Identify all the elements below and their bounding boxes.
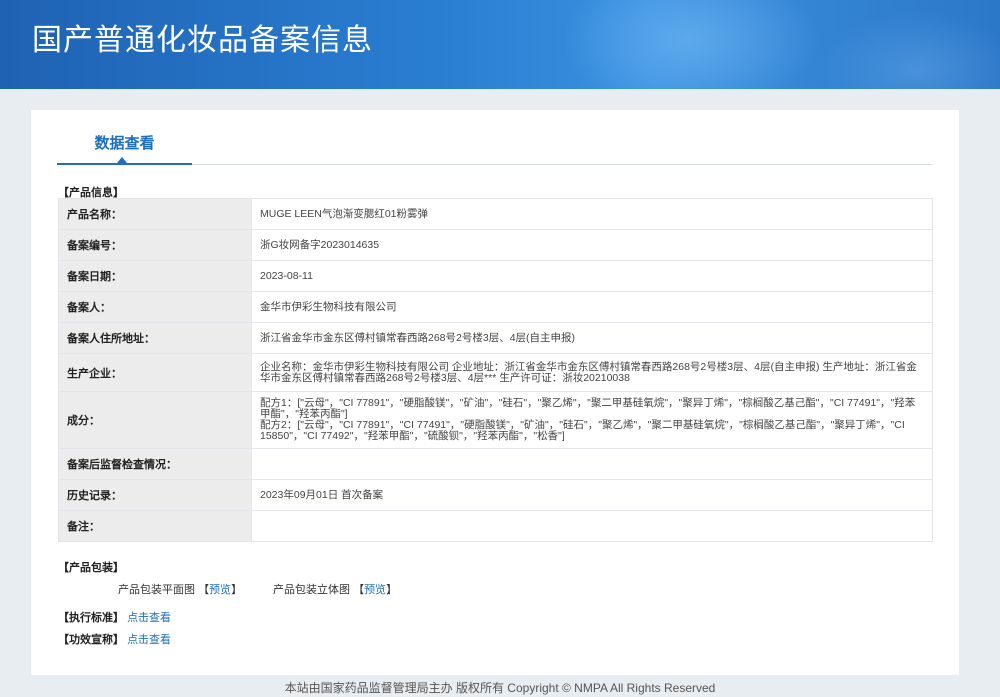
- row-label: 备案人：: [58, 291, 252, 323]
- product-name-value: MUGE LEEN气泡渐变腮红01粉雾弹: [251, 198, 933, 230]
- formula-1: 配方1：["云母"，"CI 77891"，"硬脂酸镁"，"矿油"，"硅石"，"聚…: [260, 397, 916, 420]
- table-row: 生产企业： 企业名称：金华市伊彩生物科技有限公司 企业地址：浙江省金华市金东区傅…: [58, 353, 933, 392]
- registrant-value: 金华市伊彩生物科技有限公司: [251, 291, 933, 323]
- tab-caret-icon: [117, 157, 127, 163]
- row-label: 备注：: [58, 510, 252, 542]
- table-row: 备案编号： 浙G妆网备字2023014635: [58, 229, 933, 261]
- row-label: 备案后监督检查情况：: [58, 448, 252, 480]
- efficacy-label: 【功效宣称】: [58, 634, 124, 646]
- standard-label: 【执行标准】: [58, 612, 124, 624]
- banner-decoration: [560, 0, 820, 89]
- row-label: 历史记录：: [58, 479, 252, 511]
- stereo-preview-link[interactable]: 预览: [364, 584, 386, 596]
- history-value: 2023年09月01日 首次备案: [251, 479, 933, 511]
- bracket: 】: [386, 584, 398, 596]
- product-info-table: 产品名称： MUGE LEEN气泡渐变腮红01粉雾弹 备案编号： 浙G妆网备字2…: [58, 198, 933, 542]
- content-card: 数据查看 【产品信息】 产品名称： MUGE LEEN气泡渐变腮红01粉雾弹 备…: [31, 110, 959, 675]
- banner-decoration: [820, 10, 1000, 89]
- efficacy-row: 【功效宣称】 点击查看: [58, 631, 171, 647]
- tab-data-view[interactable]: 数据查看: [57, 110, 192, 165]
- remarks-value: [251, 510, 933, 542]
- header-banner: 国产普通化妆品备案信息: [0, 0, 1000, 89]
- table-row: 备注：: [58, 510, 933, 542]
- table-row: 备案日期： 2023-08-11: [58, 260, 933, 292]
- bracket: 】: [231, 584, 243, 596]
- stereo-packaging-label: 产品包装立体图: [273, 584, 350, 596]
- row-label: 产品名称：: [58, 198, 252, 230]
- table-row: 备案人： 金华市伊彩生物科技有限公司: [58, 291, 933, 323]
- inspection-value: [251, 448, 933, 480]
- tab-label: 数据查看: [94, 135, 155, 152]
- flat-packaging-item: 产品包装平面图 【预览】: [118, 581, 242, 597]
- row-label: 成分：: [58, 391, 252, 449]
- standard-view-link[interactable]: 点击查看: [127, 612, 171, 624]
- row-label: 生产企业：: [58, 353, 252, 392]
- efficacy-view-link[interactable]: 点击查看: [127, 634, 171, 646]
- registrant-address-value: 浙江省金华市金东区傅村镇常春西路268号2号楼3层、4层(自主申报): [251, 322, 933, 354]
- record-number-value: 浙G妆网备字2023014635: [251, 229, 933, 261]
- manufacturer-value: 企业名称：金华市伊彩生物科技有限公司 企业地址：浙江省金华市金东区傅村镇常春西路…: [251, 353, 933, 392]
- table-row: 产品名称： MUGE LEEN气泡渐变腮红01粉雾弹: [58, 198, 933, 230]
- flat-preview-link[interactable]: 预览: [209, 584, 231, 596]
- row-label: 备案人住所地址：: [58, 322, 252, 354]
- table-row: 历史记录： 2023年09月01日 首次备案: [58, 479, 933, 511]
- table-row: 成分： 配方1：["云母"，"CI 77891"，"硬脂酸镁"，"矿油"，"硅石…: [58, 391, 933, 449]
- tab-bar: 数据查看: [57, 110, 933, 165]
- packaging-title: 【产品包装】: [58, 562, 124, 574]
- table-row: 备案后监督检查情况：: [58, 448, 933, 480]
- ingredients-value: 配方1：["云母"，"CI 77891"，"硬脂酸镁"，"矿油"，"硅石"，"聚…: [251, 391, 933, 449]
- table-row: 备案人住所地址： 浙江省金华市金东区傅村镇常春西路268号2号楼3层、4层(自主…: [58, 322, 933, 354]
- bracket: 【: [353, 584, 365, 596]
- row-label: 备案编号：: [58, 229, 252, 261]
- bracket: 【: [198, 584, 210, 596]
- standard-row: 【执行标准】 点击查看: [58, 609, 171, 625]
- record-date-value: 2023-08-11: [251, 260, 933, 292]
- formula-2: 配方2：["云母"，"CI 77891"，"CI 77491"，"硬脂酸镁"，"…: [260, 419, 905, 442]
- flat-packaging-label: 产品包装平面图: [118, 584, 195, 596]
- stereo-packaging-item: 产品包装立体图 【预览】: [273, 581, 397, 597]
- footer: 本站由国家药品监督管理局主办 版权所有 Copyright © NMPA All…: [284, 681, 716, 695]
- row-label: 备案日期：: [58, 260, 252, 292]
- page-title: 国产普通化妆品备案信息: [32, 24, 373, 57]
